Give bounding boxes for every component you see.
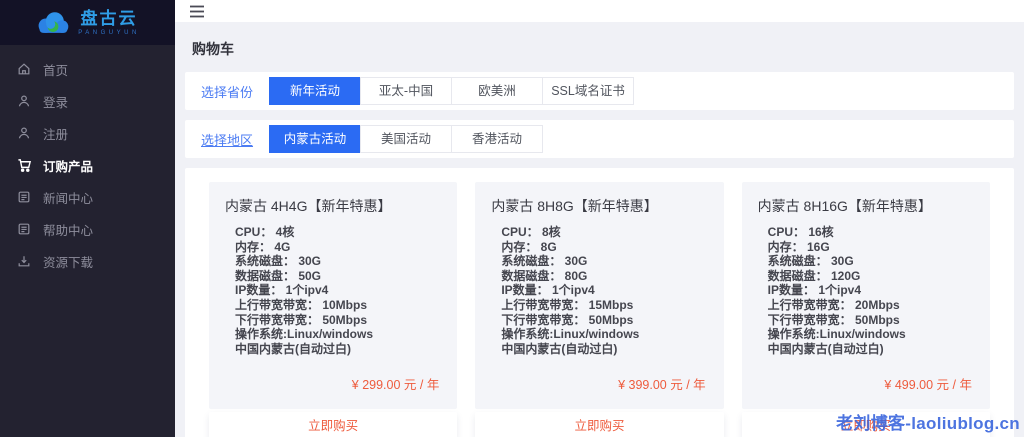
tab-ssl-certificates[interactable]: SSL域名证书 [542, 77, 635, 105]
product-title: 内蒙古 4H4G【新年特惠】 [225, 198, 392, 214]
product-spec: CPU： 16核 [767, 225, 834, 239]
product-spec: CPU： 4核 [235, 225, 295, 239]
product-spec: 中国内蒙古(自动过白) [767, 341, 884, 356]
product-price: ¥ 499.00 元 / 年 [884, 378, 972, 393]
sidebar-item-downloads[interactable]: 资源下载 [0, 245, 175, 277]
brand-name: 盘古云 [80, 8, 138, 28]
province-tabs: 新年活动 亚太-中国 欧美洲 SSL域名证书 [269, 77, 635, 105]
product-spec: 内存： 8G [501, 239, 557, 254]
product-spec: 系统磁盘： 30G [235, 254, 322, 269]
page-title: 购物车 [192, 41, 234, 57]
product-card: 内蒙古 8H16G【新年特惠】 CPU： 16核 内存： 16G 系统磁盘： 3… [741, 182, 990, 437]
product-card: 内蒙古 4H4G【新年特惠】 CPU： 4核 内存： 4G 系统磁盘： 30G … [209, 182, 458, 437]
product-card: 内蒙古 8H8G【新年特惠】 CPU： 8核 内存： 8G 系统磁盘： 30G … [475, 182, 724, 437]
home-icon [16, 61, 32, 77]
product-spec: IP数量： 1个ipv4 [767, 283, 862, 298]
product-spec: CPU： 8核 [501, 225, 561, 239]
user-icon [16, 93, 32, 109]
sidebar-item-login[interactable]: 登录 [0, 85, 175, 117]
product-title: 内蒙古 8H16G【新年特惠】 [757, 198, 932, 214]
sidebar-item-label: 首页 [43, 63, 69, 78]
cloud-logo-icon [38, 11, 69, 33]
sidebar-item-register[interactable]: 注册 [0, 117, 175, 149]
sidebar-item-label: 资源下载 [43, 255, 94, 270]
tab-apac-china[interactable]: 亚太-中国 [360, 77, 453, 105]
help-icon [16, 221, 32, 237]
sidebar: 盘古云 PANGUYUN 首页 登录 注册 订购产品 新闻中心 帮助中心 资源下… [0, 0, 175, 437]
product-spec: 上行带宽带宽： 20Mbps [767, 297, 900, 312]
sidebar-item-label: 订购产品 [43, 159, 94, 174]
buy-now-button[interactable]: 立即购买 [475, 412, 724, 437]
sidebar-item-order-products[interactable]: 订购产品 [0, 149, 175, 181]
brand-logo: 盘古云 PANGUYUN [0, 0, 175, 45]
product-title: 内蒙古 8H8G【新年特惠】 [491, 198, 658, 214]
user-icon [16, 125, 32, 141]
tab-europe-america[interactable]: 欧美洲 [451, 77, 544, 105]
topbar [175, 0, 1024, 22]
sidebar-item-news-center[interactable]: 新闻中心 [0, 181, 175, 213]
product-spec: 操作系统:Linux/windows [501, 327, 640, 342]
filter-label-province: 选择省份 [201, 84, 254, 100]
product-spec: 下行带宽带宽： 50Mbps [501, 312, 634, 327]
product-spec: 数据磁盘： 50G [235, 268, 322, 283]
sidebar-nav: 首页 登录 注册 订购产品 新闻中心 帮助中心 资源下载 [0, 45, 175, 277]
product-spec: 上行带宽带宽： 15Mbps [501, 297, 634, 312]
sidebar-item-label: 登录 [43, 95, 69, 110]
region-tabs: 内蒙古活动 美国活动 香港活动 [269, 125, 544, 153]
sidebar-item-home[interactable]: 首页 [0, 53, 175, 85]
product-spec: 数据磁盘： 80G [501, 268, 588, 283]
tab-usa-activity[interactable]: 美国活动 [360, 125, 453, 153]
download-icon [16, 253, 32, 269]
filter-panel-province: 选择省份 新年活动 亚太-中国 欧美洲 SSL域名证书 [185, 72, 1014, 110]
product-spec: 内存： 16G [767, 239, 830, 254]
product-spec: 中国内蒙古(自动过白) [235, 341, 351, 356]
product-spec: 上行带宽带宽： 10Mbps [235, 297, 368, 312]
news-icon [16, 189, 32, 205]
tab-new-year-activity[interactable]: 新年活动 [269, 77, 362, 105]
product-spec: 内存： 4G [235, 239, 291, 254]
content: 购物车 选择省份 新年活动 亚太-中国 欧美洲 SSL域名证书 选择地区 内蒙古… [175, 22, 1024, 437]
buy-now-button[interactable]: 立即购买 [209, 412, 458, 437]
hamburger-menu-icon[interactable] [186, 0, 208, 22]
product-spec: 操作系统:Linux/windows [767, 327, 906, 342]
product-spec: 操作系统:Linux/windows [235, 327, 373, 342]
product-spec: 系统磁盘： 30G [501, 254, 588, 269]
product-spec: 系统磁盘： 30G [767, 254, 854, 269]
cart-icon [16, 157, 32, 173]
filter-label-region: 选择地区 [201, 132, 254, 148]
product-spec: IP数量： 1个ipv4 [235, 283, 329, 298]
sidebar-item-label: 帮助中心 [43, 223, 94, 238]
buy-now-button[interactable]: 立即购买 [741, 412, 990, 437]
brand-subtitle: PANGUYUN [78, 29, 140, 36]
sidebar-item-label: 注册 [43, 127, 69, 142]
main-area: 购物车 选择省份 新年活动 亚太-中国 欧美洲 SSL域名证书 选择地区 内蒙古… [175, 0, 1024, 437]
tab-hongkong-activity[interactable]: 香港活动 [451, 125, 544, 153]
product-spec: 下行带宽带宽： 50Mbps [235, 312, 368, 327]
tab-inner-mongolia-activity[interactable]: 内蒙古活动 [269, 125, 362, 153]
products-panel: 内蒙古 4H4G【新年特惠】 CPU： 4核 内存： 4G 系统磁盘： 30G … [185, 168, 1014, 437]
sidebar-item-label: 新闻中心 [43, 191, 94, 206]
filter-panel-region: 选择地区 内蒙古活动 美国活动 香港活动 [185, 120, 1014, 158]
sidebar-item-help-center[interactable]: 帮助中心 [0, 213, 175, 245]
product-price: ¥ 399.00 元 / 年 [618, 378, 706, 393]
product-spec: IP数量： 1个ipv4 [501, 283, 595, 298]
product-price: ¥ 299.00 元 / 年 [351, 378, 440, 393]
product-spec: 数据磁盘： 120G [767, 268, 861, 283]
product-spec: 下行带宽带宽： 50Mbps [767, 312, 900, 327]
product-spec: 中国内蒙古(自动过白) [501, 341, 618, 356]
